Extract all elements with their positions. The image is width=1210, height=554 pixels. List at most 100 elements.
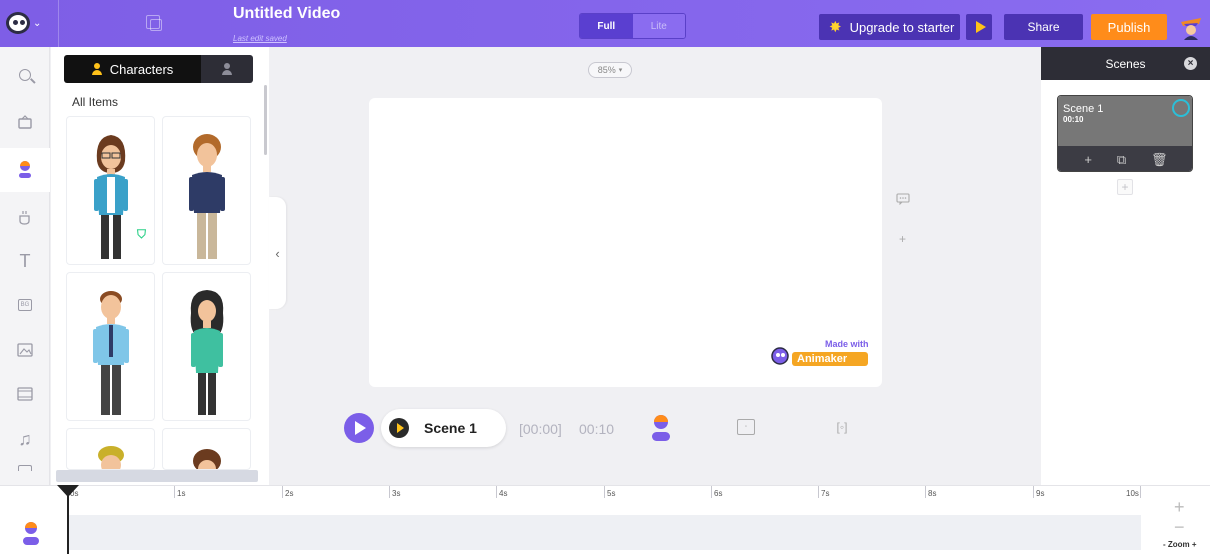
focus-icon: [◦]	[836, 420, 848, 434]
tool-rail: T BG ♫	[0, 47, 50, 485]
character-card-woman-glasses[interactable]	[66, 116, 155, 265]
zoom-out-button[interactable]: −	[1174, 517, 1185, 538]
zoom-dropdown[interactable]: 85% ▾	[588, 62, 632, 78]
video-title[interactable]: Untitled Video	[233, 5, 340, 23]
text-icon: T	[19, 250, 31, 271]
play-icon	[975, 21, 986, 33]
timeline-track[interactable]	[68, 515, 1141, 550]
ruler-tick	[389, 486, 390, 498]
share-button[interactable]: Share	[1004, 14, 1083, 40]
ruler-label: 10s	[1126, 489, 1139, 498]
scene-name: Scene 1	[1063, 103, 1104, 115]
scene-card[interactable]: Scene 1 00:10 + ⧉ 🗑	[1057, 95, 1193, 172]
plus-icon: +	[899, 232, 907, 246]
tab-characters[interactable]: Characters	[64, 55, 201, 83]
collapse-library-button[interactable]: ‹	[269, 197, 286, 309]
rail-props[interactable]	[0, 196, 50, 240]
zoom-in-button[interactable]: +	[1174, 497, 1185, 518]
play-scene-button[interactable]: Scene 1	[381, 409, 506, 447]
scene-select-ring[interactable]	[1172, 99, 1190, 117]
rail-text[interactable]: T	[0, 239, 50, 283]
chevron-down-icon: ⌄	[33, 17, 42, 29]
character-card-man-tie[interactable]	[66, 272, 155, 421]
tab-custom-characters[interactable]	[201, 55, 253, 83]
rail-backgrounds[interactable]: BG	[0, 283, 50, 327]
scene-play-icon	[389, 418, 409, 438]
ruler-label: 2s	[285, 489, 294, 498]
library-horizontal-scrollbar[interactable]	[56, 470, 258, 482]
character-partial-brunette	[193, 449, 221, 469]
library-scrollbar[interactable]	[264, 85, 267, 155]
duplicate-icon[interactable]: ⧉	[1117, 152, 1126, 168]
ruler-tick	[496, 486, 497, 498]
add-comment-button[interactable]	[896, 193, 910, 208]
character-man-curly	[189, 134, 225, 259]
music-icon: ♫	[18, 428, 32, 449]
add-scene-button[interactable]: +	[1117, 179, 1133, 195]
watermark-brand: Animaker	[797, 353, 848, 365]
ruler-label: 7s	[821, 489, 830, 498]
rail-characters[interactable]	[0, 148, 50, 192]
scene-duration: 00:10	[1063, 115, 1084, 124]
character-card-partial-2[interactable]	[162, 428, 251, 470]
character-animation-button[interactable]	[648, 413, 674, 443]
rail-search[interactable]	[0, 53, 50, 97]
trash-icon[interactable]: 🗑	[1151, 152, 1168, 168]
character-card-man-curly[interactable]	[162, 116, 251, 265]
close-icon: ×	[1187, 58, 1194, 69]
more-icon	[18, 465, 32, 471]
ruler-tick	[818, 486, 819, 498]
rail-music[interactable]: ♫	[0, 417, 50, 461]
user-avatar[interactable]	[1178, 14, 1204, 40]
ruler-tick	[1140, 486, 1141, 498]
caret-down-icon: ▾	[618, 67, 623, 74]
publish-button[interactable]: Publish	[1091, 14, 1167, 40]
comment-icon	[896, 193, 910, 206]
ruler-tick	[1033, 486, 1034, 498]
section-label: All Items	[72, 95, 119, 109]
total-time: 00:10	[579, 421, 615, 437]
add-person-icon	[222, 63, 232, 75]
fit-screen-button[interactable]: [◦]	[833, 418, 851, 436]
app-menu-button[interactable]: ⌄	[6, 9, 46, 37]
ruler-label: 4s	[499, 489, 508, 498]
rail-more[interactable]	[0, 465, 50, 485]
close-scenes-button[interactable]: ×	[1184, 57, 1197, 70]
watermark-text: Made with	[825, 339, 869, 349]
add-stage-item-button[interactable]: +	[899, 232, 906, 246]
mode-lite-button[interactable]: Lite	[632, 14, 685, 38]
video-preview-button[interactable]: ▫	[737, 419, 755, 435]
play-icon	[355, 421, 366, 435]
play-all-button[interactable]	[344, 413, 374, 443]
divider	[58, 0, 59, 47]
rail-templates[interactable]	[0, 100, 50, 144]
rail-video[interactable]	[0, 372, 50, 416]
mode-toggle: Full Lite	[579, 13, 686, 39]
ruler-label: 3s	[392, 489, 401, 498]
animaker-logo-icon	[6, 12, 30, 34]
last-saved-status: Last edit saved	[233, 34, 287, 43]
film-icon: ▫	[744, 424, 748, 430]
ruler-label: 5s	[607, 489, 616, 498]
person-icon	[91, 63, 102, 75]
duplicate-icon[interactable]	[146, 15, 162, 31]
tab-characters-label: Characters	[109, 61, 174, 77]
mode-full-button[interactable]: Full	[580, 14, 633, 38]
ruler-tick	[174, 486, 175, 498]
character-card-woman-curly[interactable]	[162, 272, 251, 421]
zoom-label: - Zoom +	[1163, 540, 1197, 549]
character-icon	[19, 161, 31, 178]
upgrade-button[interactable]: ✸ Upgrade to starter	[819, 14, 960, 40]
character-card-partial-1[interactable]	[66, 428, 155, 470]
playhead[interactable]	[67, 494, 69, 554]
rail-images[interactable]	[0, 328, 50, 372]
library-tabs: Characters	[64, 55, 253, 83]
film-icon	[17, 387, 33, 401]
plus-icon[interactable]: +	[1084, 152, 1092, 167]
template-icon	[18, 115, 32, 129]
character-woman-glasses	[94, 135, 128, 259]
animaker-watermark: Made with Animaker	[770, 336, 870, 370]
tutorial-play-button[interactable]	[966, 14, 992, 40]
scenes-panel: Scenes × Scene 1 00:10 + ⧉ 🗑	[1041, 47, 1210, 485]
current-scene-label: Scene 1	[424, 420, 477, 436]
